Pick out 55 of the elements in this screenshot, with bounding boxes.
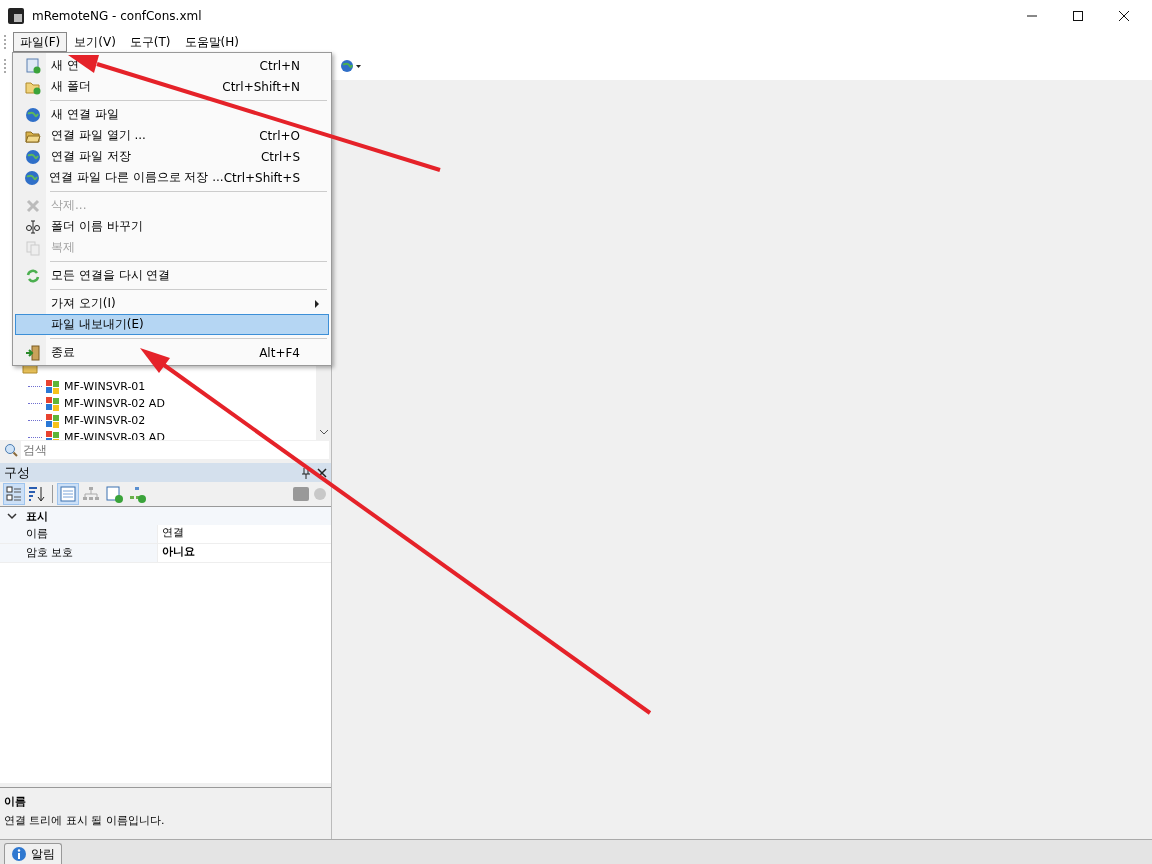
menu-item[interactable]: 보기(V) [67,31,123,52]
menu-item[interactable]: 연결 파일 다른 이름으로 저장 ...Ctrl+Shift+S [15,167,329,188]
menu-item[interactable]: 모든 연결을 다시 연결 [15,265,329,286]
menu-item[interactable]: 가져 오기(I) [15,293,329,314]
pin-icon[interactable] [301,466,311,479]
maximize-icon[interactable] [1072,9,1084,22]
tree-item[interactable]: MF-WINSVR-01 [64,380,146,393]
globe-icon [24,148,41,165]
globe-icon [23,169,40,186]
delete-icon [24,197,41,214]
menu-item[interactable]: 폴더 이름 바꾸기 [15,216,329,237]
submenu-arrow-icon [314,299,320,308]
description-text: 연결 트리에 표시 될 이름입니다. [4,813,166,828]
sort-alphabetical-icon[interactable] [27,484,47,504]
status-dot-icon [313,487,327,501]
description-title: 이름 [4,794,27,809]
close-icon[interactable] [317,467,327,478]
exit-door-icon [24,344,41,361]
menu-item[interactable]: 새 연결 파일 [15,104,329,125]
notifications-tab[interactable]: 알림 [4,843,62,864]
collapse-chevron-icon[interactable] [6,511,18,521]
property-name: 암호 보호 [0,544,158,562]
copy-icon [24,239,41,256]
tree-item[interactable]: MF-WINSVR-02 AD [64,397,165,410]
scroll-down-icon[interactable] [318,428,329,436]
add-item-icon[interactable] [104,484,124,504]
add-hierarchy-icon[interactable] [127,484,147,504]
menu-item[interactable]: 종료 Alt+F4 [15,342,329,363]
menu-item[interactable]: 도구(T) [122,31,178,52]
refresh-icon [24,267,41,284]
menu-item[interactable]: 연결 파일 저장 Ctrl+S [15,146,329,167]
menu-item[interactable]: 도움말(H) [177,31,246,52]
windows-logo-icon [44,378,62,395]
app-logo-icon [8,7,24,24]
globe-icon [24,106,41,123]
menu-item[interactable]: 새 폴더 Ctrl+Shift+N [15,76,329,97]
search-icon [4,443,18,457]
menu-item[interactable]: 연결 파일 열기 ... Ctrl+O [15,125,329,146]
category-label: 표시 [26,508,48,524]
windows-logo-icon [44,395,62,412]
window-title: mRemoteNG - confCons.xml [32,8,202,23]
property-value[interactable]: 연결 [158,525,331,543]
globe-dropdown-icon[interactable] [340,58,362,74]
panel-title: 구성 [4,463,31,482]
search-field[interactable]: 검색 [21,441,329,459]
info-icon [11,846,27,862]
close-icon[interactable] [1118,9,1130,22]
menu-item[interactable]: 파일 내보내기(E) [15,314,329,335]
property-value[interactable]: 아니요 [158,544,331,562]
categorized-view-icon[interactable] [4,484,24,504]
property-name: 이름 [0,525,158,543]
tree-item[interactable]: MF-WINSVR-02 [64,414,146,427]
new-connection-icon [24,57,41,74]
rename-cursor-icon [24,218,41,235]
menu-item[interactable]: 파일(F) [13,31,68,52]
